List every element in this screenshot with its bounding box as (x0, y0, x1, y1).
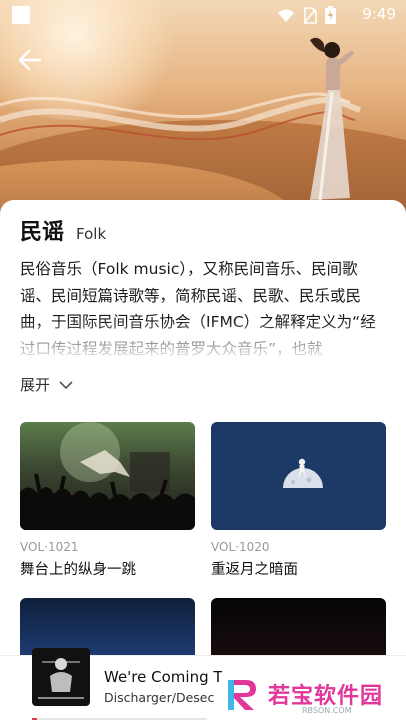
expand-label: 展开 (20, 376, 51, 394)
square-icon (12, 6, 30, 24)
genre-description: 民俗音乐（Folk music），又称民间音乐、民间歌谣、民间短篇诗歌等，简称民… (20, 256, 382, 360)
playback-progress-fill (32, 718, 38, 720)
album-card[interactable]: VOL·1021 舞台上的纵身一跳 (20, 422, 195, 579)
genre-header: 民谣 Folk (20, 214, 106, 246)
wifi-icon (278, 9, 294, 22)
hero-woman-figure (310, 37, 354, 201)
now-playing-artist: Discharger/Desec (104, 690, 215, 705)
genre-title-cn: 民谣 (20, 220, 65, 245)
now-playing-cover[interactable] (32, 648, 90, 706)
now-playing-title: We're Coming T... Y... (104, 668, 222, 686)
expand-button[interactable]: 展开 (20, 374, 74, 395)
playback-progress[interactable] (32, 718, 207, 720)
album-art-image (38, 658, 84, 699)
rb-logo-icon (228, 680, 256, 710)
back-button[interactable] (14, 44, 46, 76)
album-cover (211, 422, 386, 530)
description-fade (20, 320, 382, 360)
status-bar: 9:49 (0, 0, 406, 28)
watermark-logo: 若宝软件园 RBSON.COM (222, 672, 392, 718)
album-vol: VOL·1021 (20, 540, 79, 554)
concert-crowd-image (20, 422, 195, 530)
album-title: 舞台上的纵身一跳 (20, 562, 136, 578)
moon-astronaut-image (283, 458, 323, 488)
album-vol: VOL·1020 (211, 540, 270, 554)
arrow-left-icon (18, 49, 42, 71)
hero-image (0, 0, 406, 222)
album-cover (20, 422, 195, 530)
album-card[interactable]: VOL·1020 重返月之暗面 (211, 422, 386, 579)
genre-title-en: Folk (76, 225, 107, 243)
genre-card: 民谣 Folk 民俗音乐（Folk music），又称民间音乐、民间歌谣、民间短… (0, 200, 406, 706)
chevron-down-icon (59, 380, 73, 389)
no-sim-icon (303, 6, 317, 24)
battery-charging-icon (325, 6, 336, 24)
album-title: 重返月之暗面 (211, 562, 298, 578)
watermark-sub: RBSON.COM (302, 706, 352, 715)
status-time: 9:49 (362, 5, 396, 23)
